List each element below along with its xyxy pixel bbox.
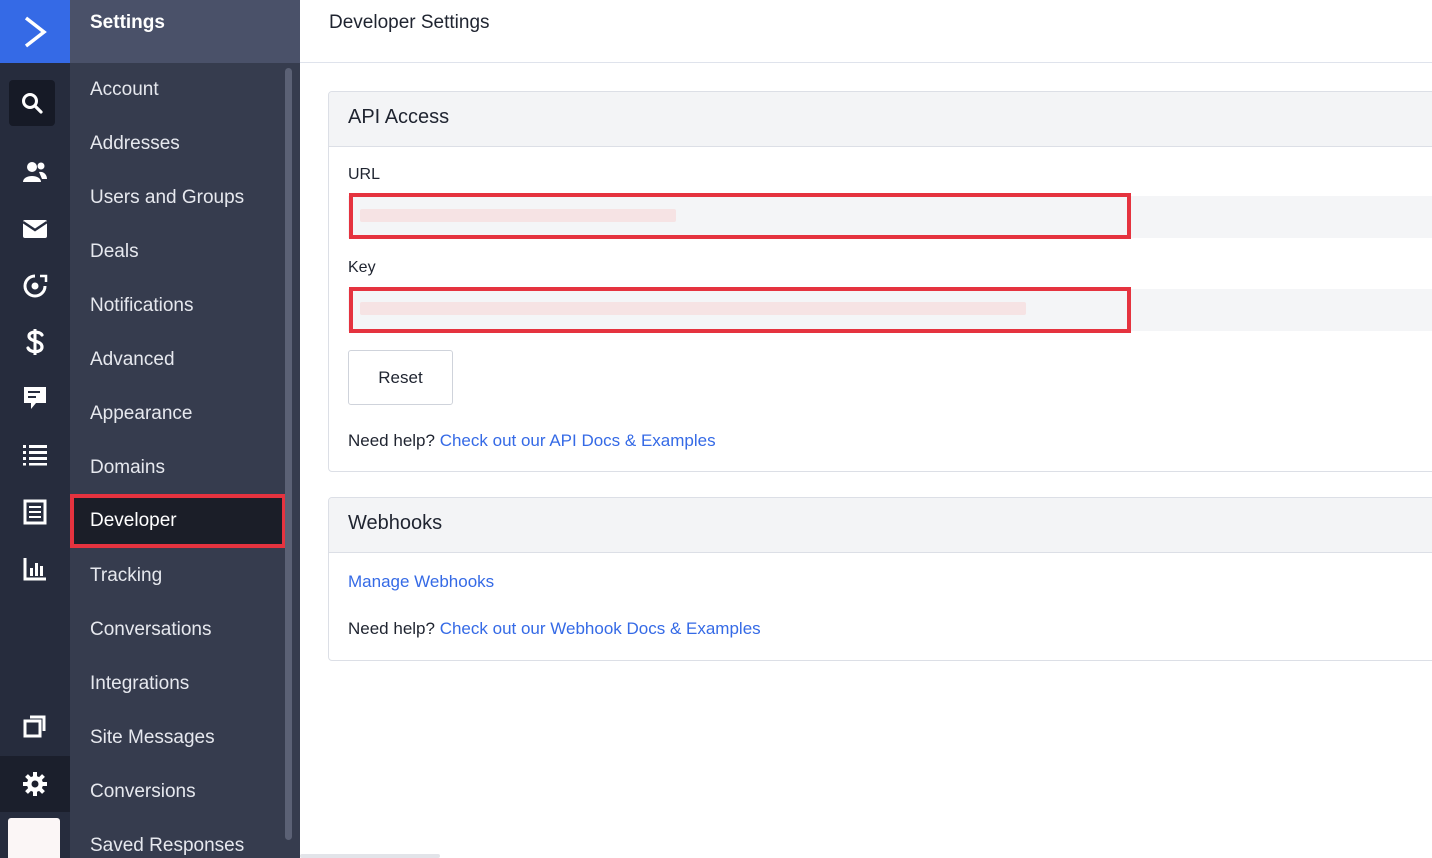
api-access-panel: API Access URL Key Reset Need help? Chec… <box>328 91 1432 472</box>
sidebar-item-label: Deals <box>90 241 139 262</box>
api-help-line: Need help? Check out our API Docs & Exam… <box>348 431 716 451</box>
sidebar-item-conversations[interactable]: Conversations <box>70 603 286 657</box>
search-icon <box>22 93 43 114</box>
reports-button[interactable] <box>0 545 70 593</box>
manage-webhooks-link[interactable]: Manage Webhooks <box>348 572 494 592</box>
sidebar-item-label: Appearance <box>90 403 193 424</box>
help-prefix: Need help? <box>348 431 435 450</box>
sidebar-item-domains[interactable]: Domains <box>70 441 286 495</box>
reports-icon <box>23 558 46 581</box>
sidebar-item-label: Users and Groups <box>90 187 245 208</box>
chevron-right-logo-icon <box>24 16 47 47</box>
sidebar-item-label: Advanced <box>90 349 175 370</box>
sidebar-item-account[interactable]: Account <box>70 63 286 117</box>
pages-button[interactable] <box>0 702 70 750</box>
sidebar-item-appearance[interactable]: Appearance <box>70 387 286 441</box>
email-icon <box>22 220 48 238</box>
sidebar-item-label: Domains <box>90 457 165 478</box>
sidebar-item-label: Notifications <box>90 295 194 316</box>
api-docs-link[interactable]: Check out our API Docs & Examples <box>440 431 716 450</box>
dollar-icon <box>26 329 44 355</box>
sidebar-item-label: Addresses <box>90 133 180 154</box>
list-icon <box>23 445 47 466</box>
lists-button[interactable] <box>0 431 70 479</box>
sidebar-item-label: Site Messages <box>90 727 215 748</box>
icon-rail <box>0 0 70 858</box>
sidebar-item-integrations[interactable]: Integrations <box>70 657 286 711</box>
pages-icon <box>23 715 46 738</box>
chat-icon <box>24 387 46 409</box>
sidebar-item-advanced[interactable]: Advanced <box>70 333 286 387</box>
webhooks-panel: Webhooks Manage Webhooks Need help? Chec… <box>328 497 1432 661</box>
sidebar-item-deals[interactable]: Deals <box>70 225 286 279</box>
sidebar-item-label: Saved Responses <box>90 835 245 856</box>
api-access-header: API Access <box>329 92 1432 147</box>
sidebar-item-conversions[interactable]: Conversions <box>70 765 286 819</box>
app-logo[interactable] <box>0 0 70 63</box>
sidebar-item-developer[interactable]: Developer <box>70 494 286 548</box>
reset-button[interactable]: Reset <box>348 350 453 405</box>
sidebar-item-tracking[interactable]: Tracking <box>70 549 286 603</box>
avatar[interactable] <box>8 818 60 858</box>
document-icon <box>23 499 47 525</box>
key-highlight-box <box>349 287 1131 333</box>
top-bar: Developer Settings <box>300 0 1432 63</box>
contacts-icon <box>23 162 47 182</box>
gear-icon <box>23 772 47 796</box>
sidebar-item-users-and-groups[interactable]: Users and Groups <box>70 171 286 225</box>
conversations-button[interactable] <box>0 374 70 422</box>
key-label: Key <box>348 259 376 276</box>
webhook-docs-link[interactable]: Check out our Webhook Docs & Examples <box>440 619 761 638</box>
sidebar-header: Settings <box>70 0 300 63</box>
sidebar-title: Settings <box>90 12 165 33</box>
sidebar-item-label: Conversions <box>90 781 196 802</box>
webhooks-title: Webhooks <box>348 512 443 534</box>
horizontal-scrollbar[interactable] <box>300 854 440 858</box>
sidebar-scrollbar[interactable] <box>285 68 292 840</box>
automation-icon <box>23 274 48 298</box>
sidebar-item-label: Integrations <box>90 673 190 694</box>
sidebar-item-label: Conversations <box>90 619 212 640</box>
settings-icon-wrap <box>0 760 70 808</box>
settings-sidebar: Settings Account Addresses Users and Gro… <box>70 0 300 858</box>
deals-button[interactable] <box>0 318 70 366</box>
sidebar-item-site-messages[interactable]: Site Messages <box>70 711 286 765</box>
search-button[interactable] <box>9 80 55 126</box>
sidebar-item-label: Tracking <box>90 565 163 586</box>
content-button[interactable] <box>0 488 70 536</box>
page-title: Developer Settings <box>329 12 490 33</box>
api-access-title: API Access <box>348 106 450 128</box>
automations-button[interactable] <box>0 262 70 310</box>
url-highlight-box <box>349 193 1131 239</box>
sidebar-item-label: Developer <box>90 510 177 531</box>
url-label: URL <box>348 166 381 183</box>
email-button[interactable] <box>0 205 70 253</box>
help-prefix: Need help? <box>348 619 435 638</box>
sidebar-item-saved-responses[interactable]: Saved Responses <box>70 819 286 858</box>
webhooks-header: Webhooks <box>329 498 1432 553</box>
settings-button[interactable] <box>0 756 70 812</box>
sidebar-item-notifications[interactable]: Notifications <box>70 279 286 333</box>
webhook-help-line: Need help? Check out our Webhook Docs & … <box>348 619 761 639</box>
sidebar-item-addresses[interactable]: Addresses <box>70 117 286 171</box>
sidebar-item-label: Account <box>90 79 159 100</box>
contacts-button[interactable] <box>0 148 70 196</box>
